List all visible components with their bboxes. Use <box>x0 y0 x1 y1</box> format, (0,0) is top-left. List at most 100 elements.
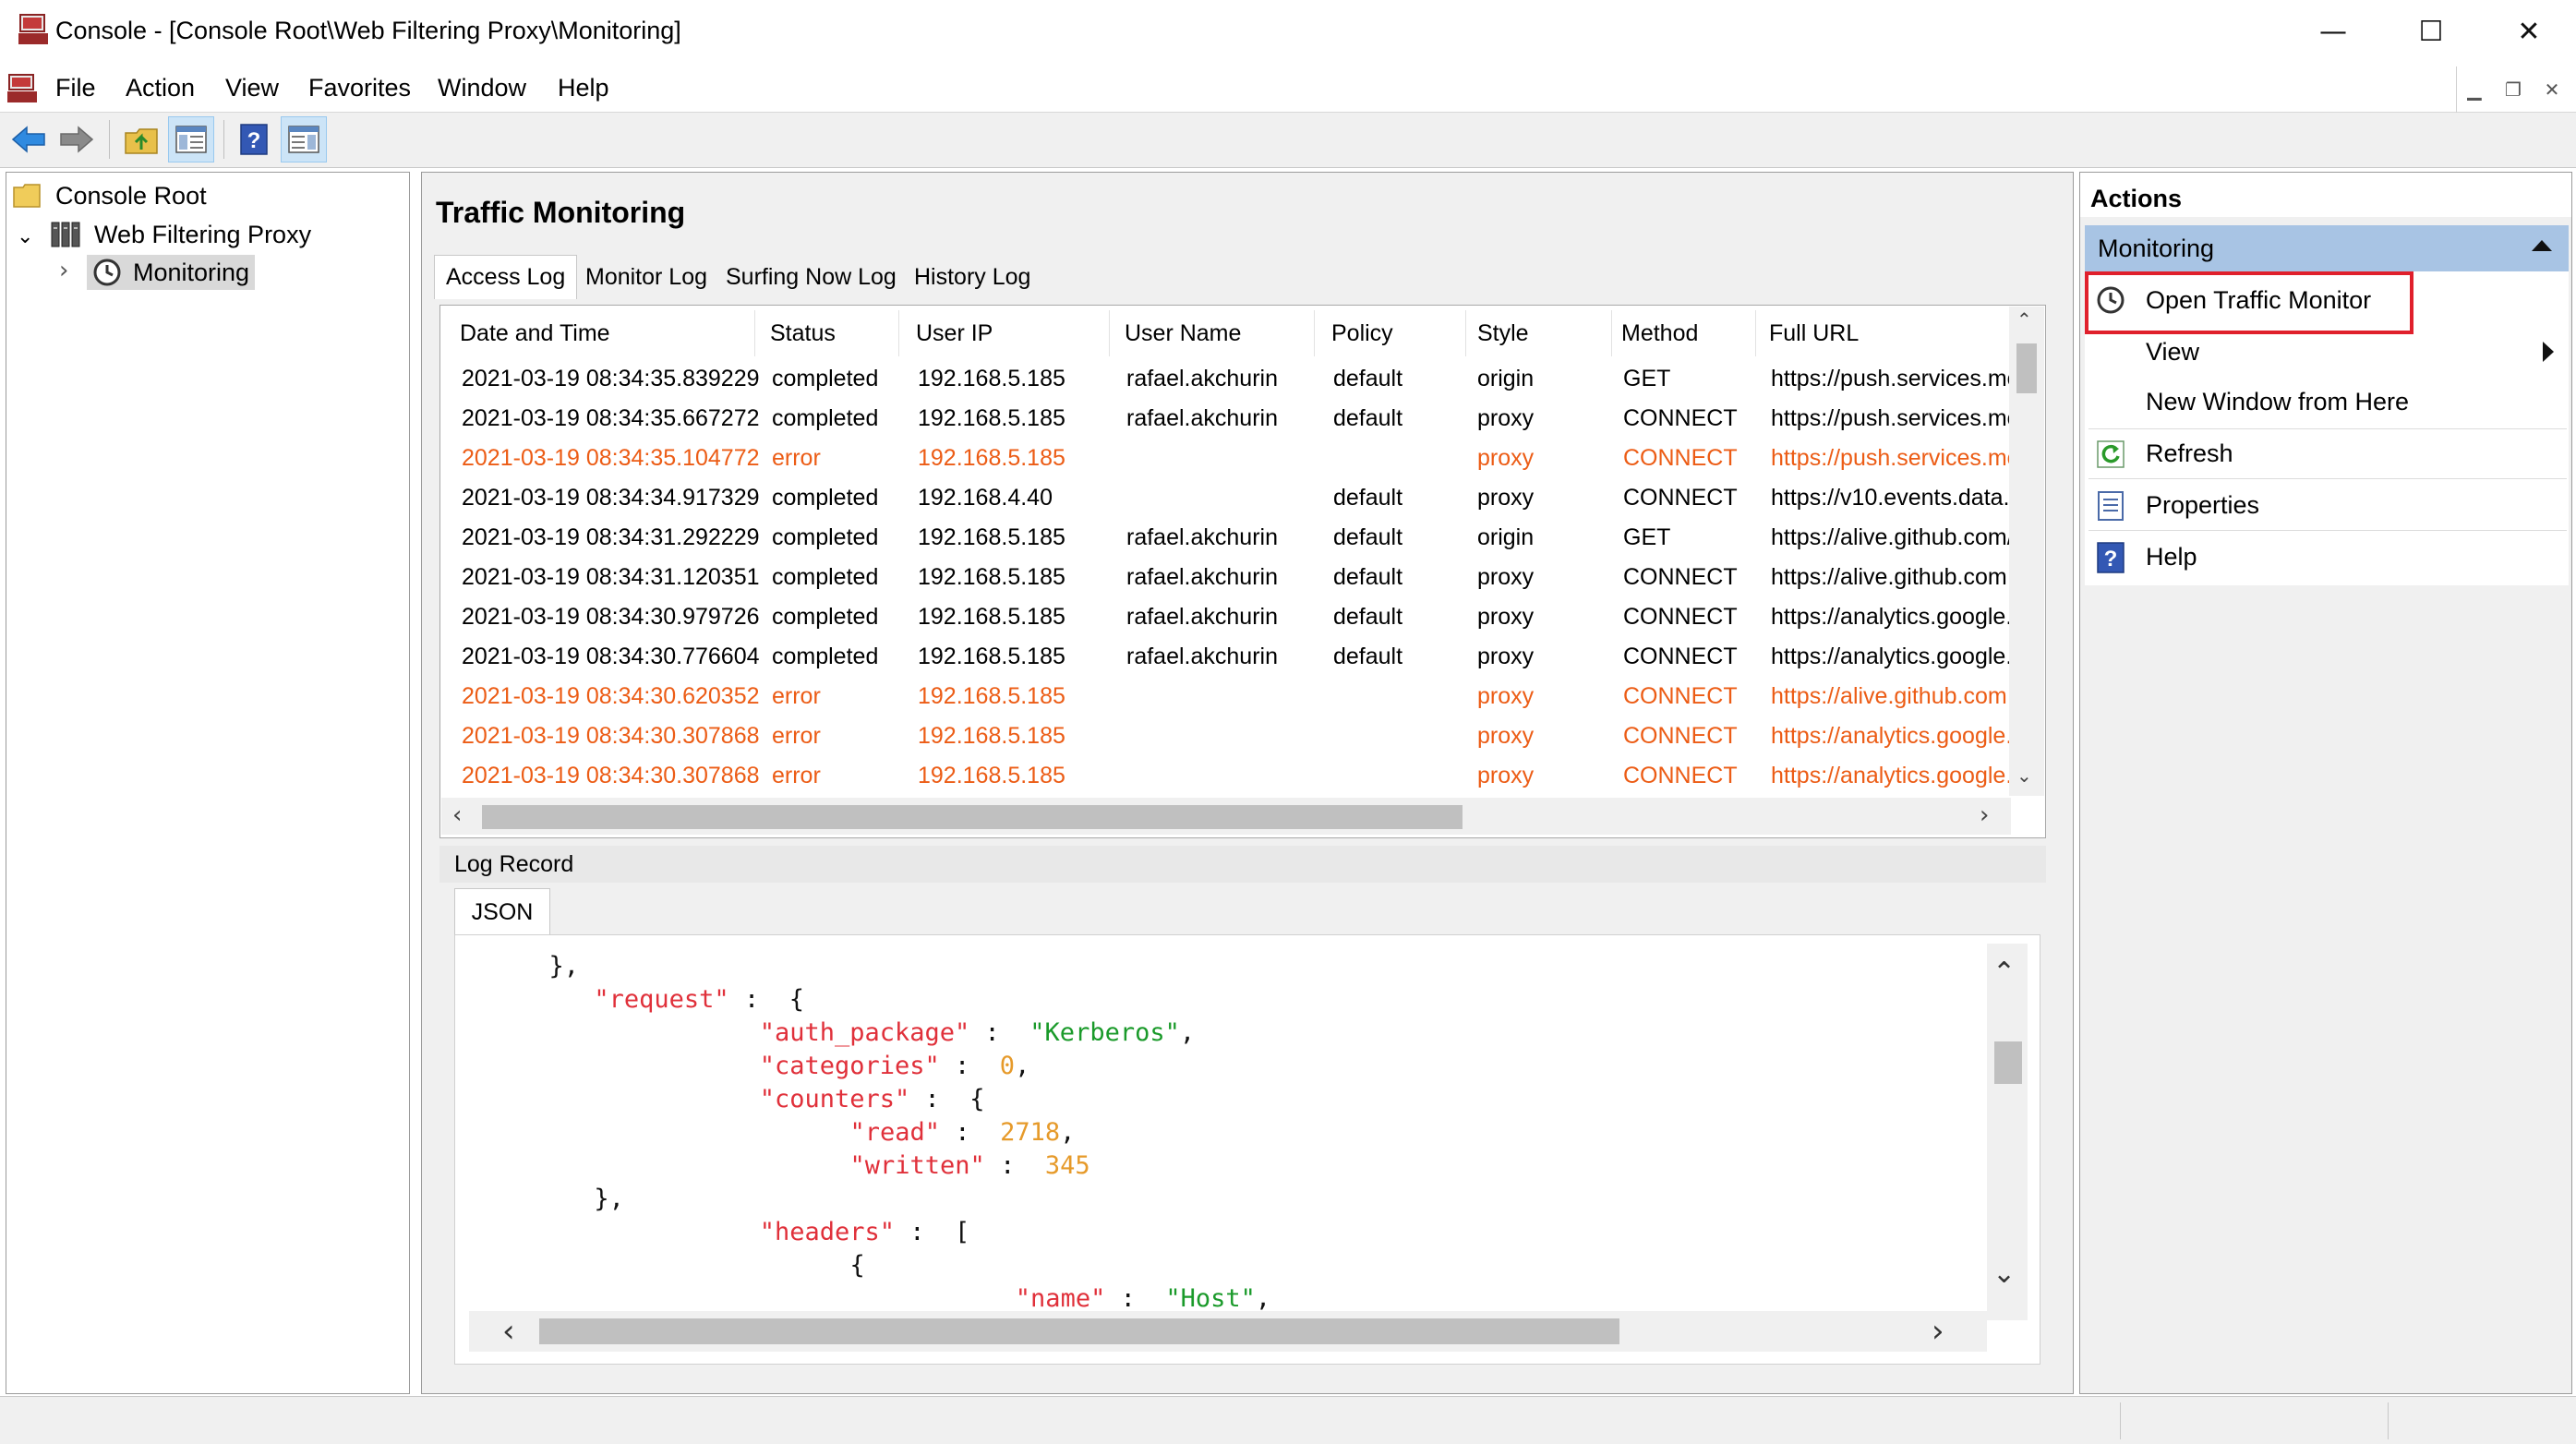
toolbar-separator <box>223 120 224 159</box>
menu-file[interactable]: File <box>55 74 96 102</box>
menu-action[interactable]: Action <box>126 74 195 102</box>
column-header-method[interactable]: Method <box>1603 310 1756 356</box>
json-line: "categories" : 0, <box>474 1050 1988 1083</box>
scroll-down-arrow-icon[interactable]: ⌄ <box>2016 764 2032 787</box>
menu-view[interactable]: View <box>225 74 279 102</box>
table-cell-status: error <box>772 763 821 788</box>
json-line: "headers" : [ <box>474 1216 1988 1249</box>
action-separator <box>2088 530 2567 531</box>
tree-item-monitoring[interactable]: Monitoring <box>87 255 256 290</box>
table-cell-url: https://push.services.moz <box>1771 445 2009 471</box>
table-row[interactable]: 2021-03-19 08:34:30.776604 completed 192.1… <box>441 638 2009 675</box>
expand-chevron-down-icon[interactable]: ⌄ <box>17 225 33 248</box>
table-cell-status: completed <box>772 644 879 669</box>
actions-section-monitoring[interactable]: Monitoring <box>2085 225 2569 271</box>
table-row[interactable]: 2021-03-19 08:34:30.307868 error 192.168.5… <box>441 757 2009 794</box>
scroll-down-arrow-icon[interactable]: ⌄ <box>1992 1257 2016 1290</box>
menu-help[interactable]: Help <box>558 74 609 102</box>
back-button[interactable] <box>6 116 52 162</box>
close-button[interactable]: ✕ <box>2480 0 2576 63</box>
table-row[interactable]: 2021-03-19 08:34:30.979726 completed 192.1… <box>441 598 2009 635</box>
mdi-restore-button[interactable]: ❐ <box>2495 74 2532 105</box>
mdi-close-button[interactable]: ✕ <box>2534 74 2570 105</box>
scroll-right-arrow-icon[interactable]: › <box>1932 1313 1944 1350</box>
scroll-left-arrow-icon[interactable]: ‹ <box>452 801 462 829</box>
json-token: }, <box>548 952 580 981</box>
forward-button[interactable] <box>54 116 100 162</box>
show-hide-action-pane-button[interactable] <box>281 116 327 162</box>
table-row[interactable]: 2021-03-19 08:34:35.104772 error 192.168.5… <box>441 439 2009 476</box>
json-token: }, <box>594 1185 624 1213</box>
json-line: "written" : 345 <box>474 1149 1988 1183</box>
table-row[interactable]: 2021-03-19 08:34:35.667272 completed 192.1… <box>441 400 2009 437</box>
table-cell-date: 2021-03-19 08:34:30.307868 <box>462 723 760 749</box>
scroll-thumb[interactable] <box>539 1318 1619 1344</box>
expand-chevron-right-icon[interactable]: › <box>59 257 68 284</box>
scroll-thumb[interactable] <box>2016 343 2037 393</box>
mdi-minimize-button[interactable]: ▁ <box>2456 74 2493 105</box>
tab-access-log[interactable]: Access Log <box>434 255 578 299</box>
action-label-view[interactable]: View <box>2146 338 2199 367</box>
column-header-user-ip[interactable]: User IP <box>897 310 1110 356</box>
table-row[interactable]: 2021-03-19 08:34:31.292229 completed 192.1… <box>441 519 2009 556</box>
grid-horizontal-scrollbar[interactable]: ‹ › <box>441 798 2011 835</box>
json-vertical-scrollbar[interactable]: ⌃ ⌄ <box>1987 944 2028 1320</box>
table-row[interactable]: 2021-03-19 08:34:35.839229 completed 192.1… <box>441 360 2009 397</box>
table-cell-user: rafael.akchurin <box>1126 405 1278 431</box>
table-cell-url: https://analytics.google.c <box>1771 723 2009 749</box>
table-cell-user <box>1126 481 1330 514</box>
table-row[interactable]: 2021-03-19 08:34:30.620352 error 192.168.5… <box>441 678 2009 715</box>
tree-item-console-root[interactable]: Console Root <box>13 179 207 212</box>
table-cell-method: CONNECT <box>1623 644 1738 669</box>
table-cell-url: https://v10.events.data.m <box>1771 485 2009 511</box>
folder-icon <box>13 184 41 208</box>
help-toolbar-button[interactable]: ? <box>231 116 277 162</box>
svg-text:?: ? <box>247 128 261 153</box>
action-label-new-window-from-here[interactable]: New Window from Here <box>2146 388 2409 416</box>
maximize-button[interactable]: ☐ <box>2382 0 2480 63</box>
tab-json[interactable]: JSON <box>454 888 550 936</box>
table-cell-ip: 192.168.5.185 <box>918 723 1065 749</box>
table-cell-style: proxy <box>1477 405 1535 431</box>
table-cell-method: CONNECT <box>1623 564 1738 590</box>
tab-monitor-log[interactable]: Monitor Log <box>574 255 718 299</box>
grid-vertical-scrollbar[interactable]: ⌃ ⌄ <box>2009 307 2044 796</box>
tree-item-web-filtering-proxy[interactable]: Web Filtering Proxy <box>50 218 311 251</box>
scroll-left-arrow-icon[interactable]: ‹ <box>502 1313 515 1350</box>
table-row[interactable]: 2021-03-19 08:34:31.120351 completed 192.1… <box>441 559 2009 596</box>
json-token: "Kerberos" <box>1029 1018 1180 1047</box>
scroll-up-arrow-icon[interactable]: ⌃ <box>2016 308 2032 331</box>
scroll-up-arrow-icon[interactable]: ⌃ <box>1992 957 2016 989</box>
column-header-policy[interactable]: Policy <box>1313 310 1466 356</box>
up-one-level-button[interactable] <box>118 116 164 162</box>
console-menu-icon[interactable] <box>6 72 39 105</box>
minimize-button[interactable]: — <box>2284 0 2382 63</box>
action-label-properties[interactable]: Properties <box>2146 491 2259 520</box>
tab-history-log[interactable]: History Log <box>903 255 1041 299</box>
table-row[interactable]: 2021-03-19 08:34:34.917329 completed 192.1… <box>441 479 2009 516</box>
menu-window[interactable]: Window <box>438 74 526 102</box>
json-horizontal-scrollbar[interactable]: ‹ › <box>469 1311 1987 1352</box>
json-token: : [ <box>895 1218 970 1246</box>
table-cell-date: 2021-03-19 08:34:35.104772 <box>462 445 760 471</box>
show-hide-tree-button[interactable] <box>168 116 214 162</box>
column-header-date[interactable]: Date and Time <box>441 310 755 356</box>
table-cell-date: 2021-03-19 08:34:30.307868 <box>462 763 760 788</box>
table-cell-ip: 192.168.5.185 <box>918 763 1065 788</box>
column-header-user-name[interactable]: User Name <box>1106 310 1315 356</box>
collapse-triangle-icon[interactable] <box>2532 240 2552 251</box>
scroll-thumb[interactable] <box>1994 1041 2022 1084</box>
table-cell-method: CONNECT <box>1623 723 1738 749</box>
table-cell-method: CONNECT <box>1623 405 1738 431</box>
column-header-status[interactable]: Status <box>752 310 899 356</box>
table-cell-method: CONNECT <box>1623 485 1738 511</box>
column-header-style[interactable]: Style <box>1459 310 1612 356</box>
menu-favorites[interactable]: Favorites <box>308 74 411 102</box>
action-label-refresh[interactable]: Refresh <box>2146 439 2233 468</box>
scroll-thumb[interactable] <box>482 805 1463 829</box>
scroll-right-arrow-icon[interactable]: › <box>1980 801 1989 829</box>
tab-surfing-now-log[interactable]: Surfing Now Log <box>715 255 908 299</box>
column-header-full-url[interactable]: Full URL <box>1751 310 2009 356</box>
action-label-help[interactable]: Help <box>2146 543 2197 572</box>
table-row[interactable]: 2021-03-19 08:34:30.307868 error 192.168.5… <box>441 717 2009 754</box>
